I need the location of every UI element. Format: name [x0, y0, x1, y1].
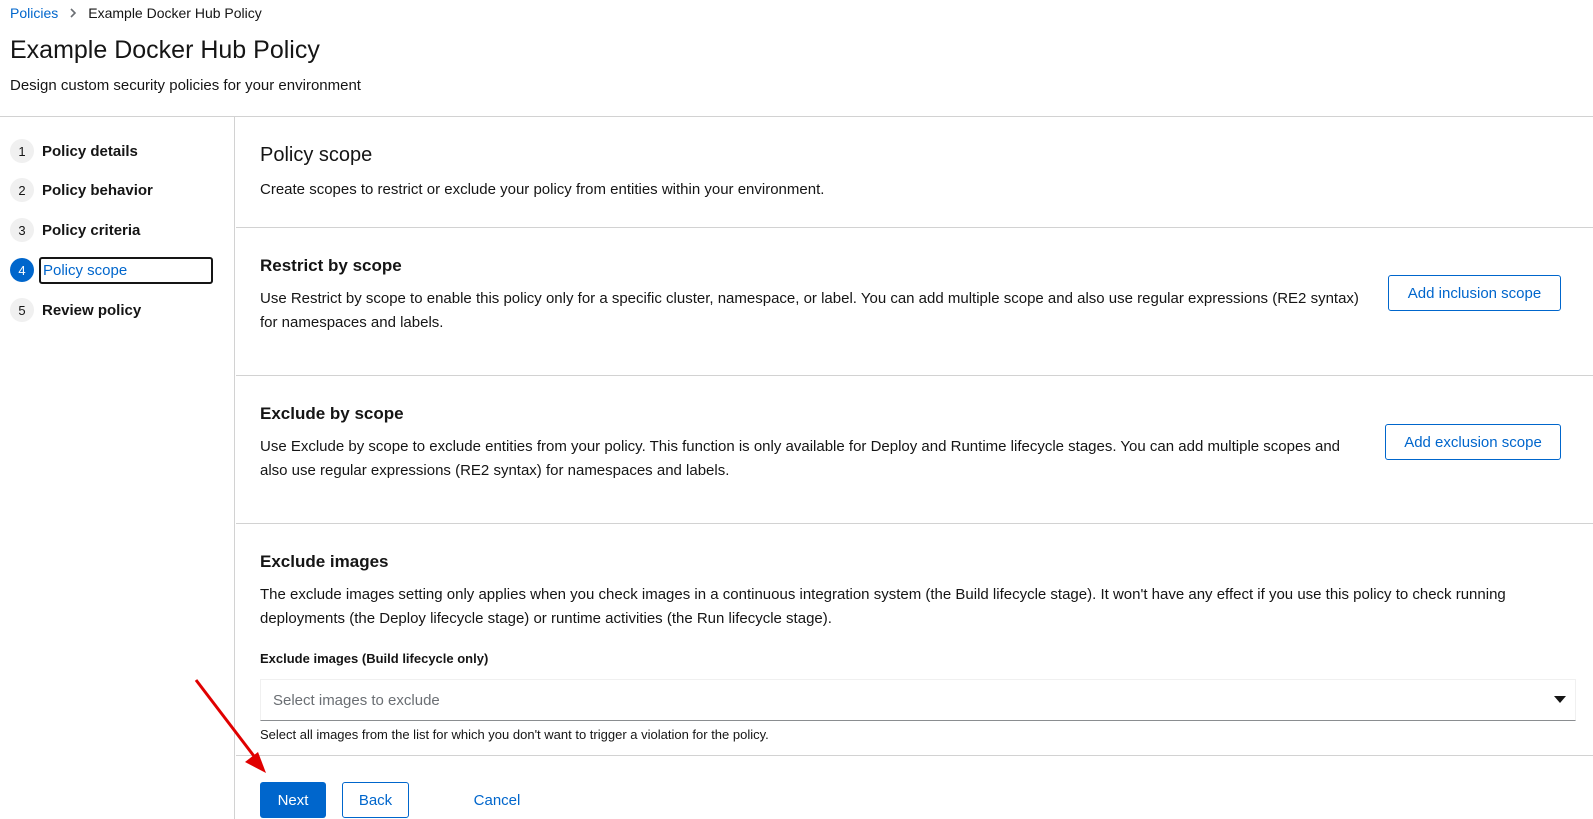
add-inclusion-scope-button[interactable]: Add inclusion scope: [1388, 275, 1561, 311]
step-label: Review policy: [42, 301, 142, 319]
step-label: Policy criteria: [42, 221, 141, 239]
exclude-images-field-label: Exclude images (Build lifecycle only): [260, 651, 489, 666]
add-exclusion-scope-button[interactable]: Add exclusion scope: [1385, 424, 1561, 460]
step-label: Policy scope: [39, 256, 213, 284]
page-subtitle: Design custom security policies for your…: [10, 77, 361, 94]
section-title-policy-scope: Policy scope: [260, 144, 373, 166]
step-number: 5: [10, 298, 34, 322]
exclude-by-scope-description: Use Exclude by scope to exclude entities…: [260, 438, 1341, 479]
exclude-images-description: The exclude images setting only applies …: [260, 586, 1506, 627]
breadcrumb-current: Example Docker Hub Policy: [88, 5, 262, 21]
restrict-by-scope-title: Restrict by scope: [260, 256, 402, 275]
step-number: 4: [10, 258, 34, 282]
section-divider: [236, 227, 1593, 228]
caret-down-icon[interactable]: [1545, 696, 1575, 704]
header-divider: [0, 116, 1593, 117]
step-label: Policy behavior: [42, 181, 153, 199]
page-title: Example Docker Hub Policy: [10, 36, 320, 64]
step-label: Policy details: [42, 142, 138, 160]
wizard-step-policy-details[interactable]: 1 Policy details: [10, 136, 138, 166]
policy-scope-description: Create scopes to restrict or exclude you…: [260, 181, 825, 198]
wizard-step-policy-scope[interactable]: 4 Policy scope: [10, 255, 213, 285]
step-number: 3: [10, 218, 34, 242]
cancel-button[interactable]: Cancel: [462, 782, 532, 818]
section-divider: [236, 375, 1593, 376]
breadcrumb-link-policies[interactable]: Policies: [10, 5, 58, 21]
exclude-images-title: Exclude images: [260, 552, 389, 571]
breadcrumb: Policies Example Docker Hub Policy: [10, 4, 262, 22]
back-button[interactable]: Back: [342, 782, 409, 818]
wizard-step-policy-criteria[interactable]: 3 Policy criteria: [10, 215, 140, 245]
restrict-by-scope-description: Use Restrict by scope to enable this pol…: [260, 290, 1359, 331]
footer-divider: [236, 755, 1593, 756]
wizard-step-policy-behavior[interactable]: 2 Policy behavior: [10, 175, 153, 205]
section-divider: [236, 523, 1593, 524]
exclude-images-select[interactable]: Select images to exclude: [260, 679, 1576, 721]
step-number: 1: [10, 139, 34, 163]
wizard-step-review-policy[interactable]: 5 Review policy: [10, 295, 141, 325]
wizard-nav: 1 Policy details 2 Policy behavior 3 Pol…: [0, 117, 235, 819]
chevron-right-icon: [68, 8, 78, 18]
exclude-by-scope-title: Exclude by scope: [260, 404, 404, 423]
next-button[interactable]: Next: [260, 782, 326, 818]
step-number: 2: [10, 178, 34, 202]
exclude-images-helper-text: Select all images from the list for whic…: [260, 727, 769, 742]
select-placeholder: Select images to exclude: [273, 691, 440, 709]
